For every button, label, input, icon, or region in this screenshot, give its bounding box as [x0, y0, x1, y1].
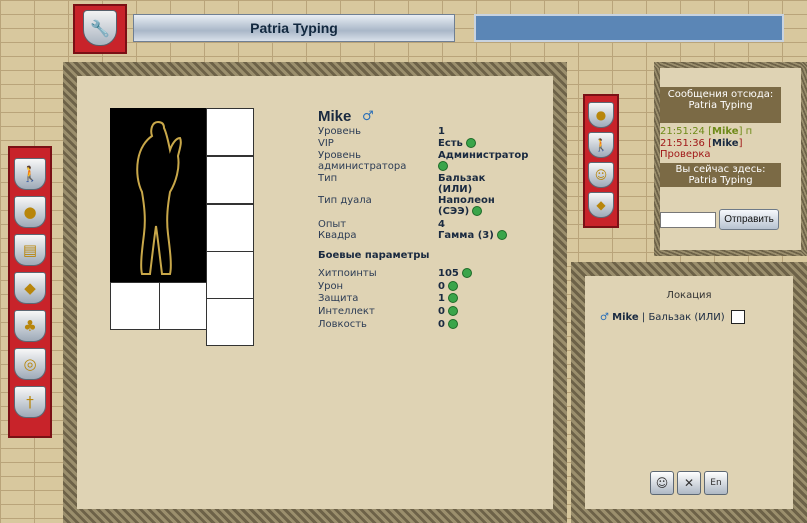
- player-name: Mike: [318, 108, 352, 125]
- anchor-icon[interactable]: †: [14, 386, 46, 418]
- equip-slot[interactable]: [206, 298, 254, 346]
- coin-icon[interactable]: ●: [588, 102, 614, 128]
- top-status-bar: [474, 14, 784, 42]
- location-title: Локация: [666, 290, 712, 301]
- help-icon[interactable]: [465, 138, 476, 148]
- stat-label: Уровень администратора: [318, 150, 407, 172]
- stat-value: Наполеон (СЭЭ): [438, 195, 495, 217]
- scroll-icon[interactable]: ▤: [14, 234, 46, 266]
- figure-icon[interactable]: 🚶: [14, 158, 46, 190]
- keyboard-icon[interactable]: En: [704, 471, 728, 495]
- stat-value: Администратор: [438, 150, 548, 172]
- combat-value: 1: [438, 293, 458, 304]
- bag-icon[interactable]: ◆: [14, 272, 46, 304]
- character-figure: [136, 120, 182, 275]
- help-icon[interactable]: [447, 293, 458, 303]
- combat-label: Ловкость: [318, 319, 367, 330]
- help-icon[interactable]: [447, 306, 458, 316]
- combat-value: 0: [438, 281, 458, 292]
- combat-value: 0: [438, 306, 458, 317]
- figure-icon[interactable]: 🚶: [588, 132, 614, 158]
- combat-label: Урон: [318, 281, 344, 292]
- stat-value: 4: [438, 219, 445, 230]
- equip-slot[interactable]: [206, 108, 254, 156]
- smile-icon[interactable]: ☺: [650, 471, 674, 495]
- help-icon[interactable]: [496, 230, 507, 240]
- chat-header: Сообщения отсюда: Patria Typing: [660, 87, 781, 123]
- chat-user[interactable]: Mike: [712, 138, 739, 149]
- wrench-icon: 🔧: [83, 10, 117, 46]
- location-user-row: ♂ Mike | Бальзак (ИЛИ): [600, 310, 745, 324]
- stat-value: Есть: [438, 138, 476, 149]
- chat-message: 21:51:24 [Mike] п: [660, 126, 753, 137]
- equip-slot[interactable]: [206, 251, 254, 299]
- stat-label: VIP: [318, 138, 334, 149]
- ball-icon[interactable]: ●: [14, 196, 46, 228]
- message-input[interactable]: [660, 212, 716, 228]
- help-icon[interactable]: [438, 161, 448, 171]
- header-shield[interactable]: 🔧: [73, 4, 127, 54]
- smile-icon[interactable]: ☺: [588, 162, 614, 188]
- stat-label: Опыт: [318, 219, 347, 230]
- equip-slot[interactable]: [206, 156, 254, 204]
- stat-label: Квадра: [318, 230, 357, 241]
- man-icon[interactable]: ♂: [362, 110, 374, 124]
- equip-slot[interactable]: [206, 204, 254, 252]
- combat-label: Защита: [318, 293, 359, 304]
- character-silhouette: [110, 108, 206, 282]
- stat-label: Уровень: [318, 126, 362, 137]
- send-button[interactable]: Отправить: [719, 209, 779, 230]
- man-icon: ♂: [600, 312, 609, 323]
- sack-icon[interactable]: ♣: [14, 310, 46, 342]
- current-location-box: Вы сейчас здесь: Patria Typing: [660, 163, 781, 187]
- type-badge-icon[interactable]: [730, 310, 745, 324]
- combat-value: 0: [438, 319, 458, 330]
- stat-label: Тип дуала: [318, 195, 372, 206]
- chat-message: Проверка: [660, 149, 711, 160]
- stat-label: Тип: [318, 173, 338, 184]
- combat-label: Хитпоинты: [318, 268, 377, 279]
- right-menu: ● 🚶 ☺ ◆: [583, 94, 619, 228]
- stat-value: Гамма (3): [438, 230, 507, 241]
- close-icon[interactable]: ✕: [677, 471, 701, 495]
- location-user-type: Бальзак (ИЛИ): [648, 312, 725, 323]
- location-user-name[interactable]: Mike: [612, 312, 639, 323]
- combat-params-title: Боевые параметры: [318, 250, 430, 261]
- help-icon[interactable]: [461, 268, 472, 278]
- combat-label: Интеллект: [318, 306, 375, 317]
- diamond-icon[interactable]: ◆: [588, 192, 614, 218]
- equip-slot[interactable]: [110, 282, 160, 330]
- help-icon[interactable]: [472, 206, 483, 216]
- coins-icon[interactable]: ◎: [14, 348, 46, 380]
- combat-value: 105: [438, 268, 472, 279]
- stat-value: Бальзак (ИЛИ): [438, 173, 486, 195]
- page-title: Patria Typing: [133, 14, 455, 42]
- chat-message: 21:51:36 [Mike]: [660, 138, 743, 149]
- stat-value: 1: [438, 126, 445, 137]
- help-icon[interactable]: [447, 319, 458, 329]
- equip-slot[interactable]: [159, 282, 207, 330]
- chat-user[interactable]: Mike: [712, 126, 739, 137]
- help-icon[interactable]: [447, 281, 458, 291]
- left-menu: 🚶 ● ▤ ◆ ♣ ◎ †: [8, 146, 52, 438]
